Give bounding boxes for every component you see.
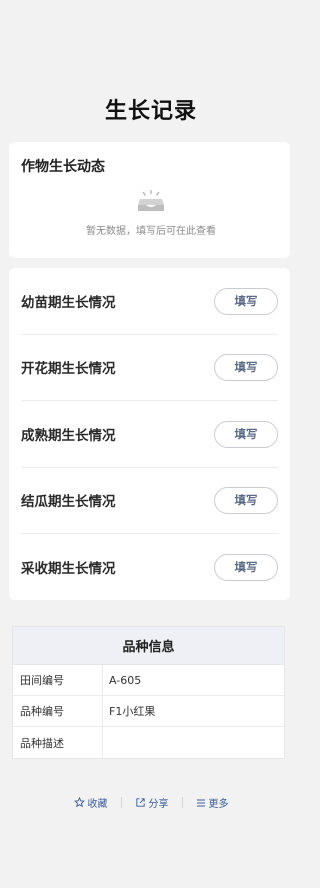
stage-label: 开花期生长情况 xyxy=(21,361,116,377)
growth-dynamics-title: 作物生长动态 xyxy=(21,159,105,175)
table-row: 品种描述 xyxy=(13,727,284,758)
menu-icon xyxy=(196,798,206,808)
stage-label: 结瓜期生长情况 xyxy=(21,494,116,510)
table-value: A-605 xyxy=(109,673,142,687)
star-icon xyxy=(73,797,85,808)
growth-stages-card: 幼苗期生长情况 填写 开花期生长情况 填写 成熟期生长情况 填写 结瓜期生长情况… xyxy=(9,268,290,600)
fill-button-harvest[interactable]: 填写 xyxy=(214,553,278,581)
table-value xyxy=(103,727,284,758)
table-key: 田间编号 xyxy=(13,665,103,695)
empty-state-text: 暂无数据，填写后可在此查看 xyxy=(86,226,216,237)
stage-row-flowering: 开花期生长情况 填写 xyxy=(21,334,278,400)
stage-label: 成熟期生长情况 xyxy=(21,428,116,444)
stage-row-maturity: 成熟期生长情况 填写 xyxy=(21,401,278,467)
fill-button-seedling[interactable]: 填写 xyxy=(214,287,278,315)
growth-record-page: 生长记录 作物生长动态 暂无数据，填写后可在此查看 幼苗期生长情况 填写 开花期… xyxy=(0,0,302,888)
share-button[interactable]: 分享 xyxy=(122,795,182,810)
variety-info-table: 品种信息 田间编号 A-605 品种编号 F1小红果 品种描述 xyxy=(12,626,285,759)
table-row: 品种编号 F1小红果 xyxy=(13,696,284,727)
empty-box-icon xyxy=(128,190,174,216)
share-icon xyxy=(135,797,146,808)
more-button[interactable]: 更多 xyxy=(183,795,242,810)
stage-label: 采收期生长情况 xyxy=(21,561,116,577)
fill-button-fruiting[interactable]: 填写 xyxy=(214,486,278,514)
table-key: 品种编号 xyxy=(13,696,103,726)
table-row: 田间编号 A-605 xyxy=(13,665,284,696)
variety-info-title: 品种信息 xyxy=(13,627,284,665)
footer-actions: 收藏 分享 更多 xyxy=(0,795,302,810)
stage-label: 幼苗期生长情况 xyxy=(21,295,116,311)
stage-row-fruiting: 结瓜期生长情况 填写 xyxy=(21,467,278,533)
stage-row-harvest: 采收期生长情况 填写 xyxy=(21,534,278,600)
fill-button-flowering[interactable]: 填写 xyxy=(214,353,278,381)
share-label: 分享 xyxy=(148,799,169,810)
table-key: 品种描述 xyxy=(13,727,103,758)
table-value: F1小红果 xyxy=(109,705,156,718)
stage-row-seedling: 幼苗期生长情况 填写 xyxy=(21,268,278,334)
favorite-button[interactable]: 收藏 xyxy=(61,795,121,810)
more-label: 更多 xyxy=(208,799,229,810)
fill-button-maturity[interactable]: 填写 xyxy=(214,420,278,448)
favorite-label: 收藏 xyxy=(87,799,108,810)
page-title: 生长记录 xyxy=(104,99,197,124)
